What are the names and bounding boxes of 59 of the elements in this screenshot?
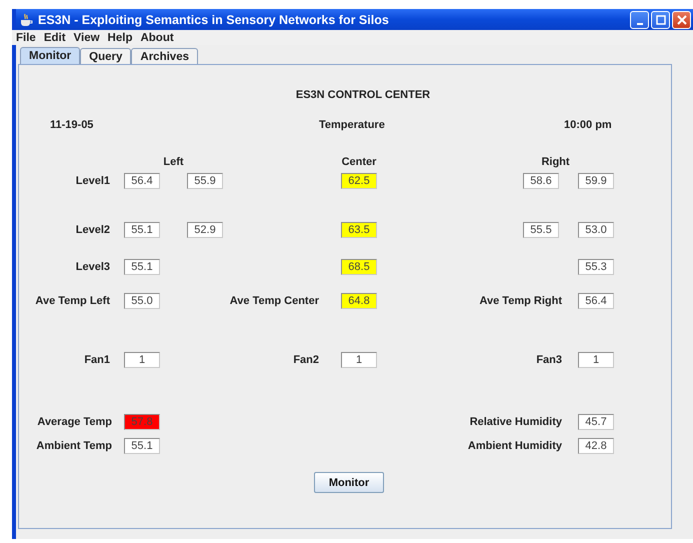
value-field[interactable]: 1 <box>578 352 614 368</box>
window-title: ES3N - Exploiting Semantics in Sensory Networks for Silos <box>38 12 389 26</box>
menu-item[interactable]: File <box>12 32 40 44</box>
field-label: Fan1 <box>83 354 111 366</box>
value-field[interactable]: 52.9 <box>187 222 223 238</box>
value-field[interactable]: 55.3 <box>578 259 614 275</box>
field-label: Ambient Temp <box>35 440 113 452</box>
value-field[interactable]: 56.4 <box>578 293 614 309</box>
value-field[interactable]: 59.9 <box>578 173 614 189</box>
close-button[interactable] <box>672 10 691 28</box>
value-field[interactable]: 55.1 <box>124 222 160 238</box>
value-field[interactable]: 45.7 <box>578 414 614 430</box>
close-icon <box>676 14 686 24</box>
panel-heading: ES3N CONTROL CENTER <box>294 89 432 103</box>
value-field[interactable]: 1 <box>124 352 160 368</box>
minimize-button[interactable] <box>630 10 649 28</box>
row-label: Level1 <box>74 175 111 187</box>
column-header: Center <box>341 156 377 168</box>
field-label: Ave Temp Right <box>478 295 563 307</box>
measure-title: Temperature <box>319 119 386 131</box>
maximize-icon <box>656 14 666 24</box>
column-header: Right <box>540 156 571 168</box>
field-label: Ave Temp Center <box>228 295 320 307</box>
field-label: Fan2 <box>292 354 320 366</box>
menu-item[interactable]: About <box>136 32 178 44</box>
value-field[interactable]: 53.0 <box>578 222 614 238</box>
time-text: 10:00 pm <box>564 119 612 131</box>
field-label: Fan3 <box>535 354 563 366</box>
maximize-button[interactable] <box>651 10 670 28</box>
value-field[interactable]: 56.4 <box>124 173 160 189</box>
minimize-icon <box>636 22 642 24</box>
monitor-button[interactable]: Monitor <box>314 472 384 493</box>
menu-item[interactable]: Help <box>104 32 136 44</box>
value-field[interactable]: 1 <box>341 352 377 368</box>
value-field[interactable]: 63.5 <box>341 222 377 238</box>
value-field[interactable]: 68.5 <box>341 259 377 275</box>
row-label: Level2 <box>74 224 111 236</box>
tab[interactable]: Archives <box>131 48 198 64</box>
value-field[interactable]: 55.9 <box>187 173 223 189</box>
row-label: Level3 <box>74 261 111 273</box>
value-field[interactable]: 62.5 <box>341 173 377 189</box>
value-field[interactable]: 42.8 <box>578 438 614 454</box>
value-field[interactable]: 55.5 <box>523 222 559 238</box>
field-label: Average Temp <box>36 416 113 428</box>
column-header: Left <box>162 156 185 168</box>
value-field[interactable]: 64.8 <box>341 293 377 309</box>
menu-item[interactable]: View <box>70 32 104 44</box>
value-field[interactable]: 55.1 <box>124 259 160 275</box>
field-label: Ave Temp Left <box>34 295 111 307</box>
menu-item[interactable]: Edit <box>40 32 70 44</box>
value-field[interactable]: 55.0 <box>124 293 160 309</box>
date-text: 11-19-05 <box>50 119 94 131</box>
field-label: Relative Humidity <box>468 416 563 428</box>
tab[interactable]: Monitor <box>20 47 80 64</box>
value-field[interactable]: 58.6 <box>523 173 559 189</box>
value-field[interactable]: 55.1 <box>124 438 160 454</box>
tab[interactable]: Query <box>80 48 132 64</box>
field-label: Ambient Humidity <box>466 440 563 452</box>
coffee-cup-icon <box>19 12 33 26</box>
